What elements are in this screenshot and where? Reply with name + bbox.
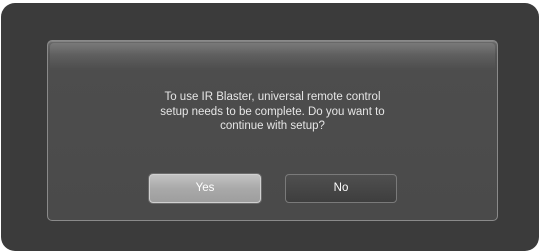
dialog-gloss <box>50 43 495 69</box>
dialog-message-line-1: To use IR Blaster, universal remote cont… <box>164 91 381 103</box>
tv-screen: To use IR Blaster, universal remote cont… <box>0 0 540 252</box>
dialog-message-line-2: setup needs to be complete. Do you want … <box>160 105 385 118</box>
confirmation-dialog: To use IR Blaster, universal remote cont… <box>47 40 498 221</box>
no-button[interactable]: No <box>285 174 397 203</box>
yes-button[interactable]: Yes <box>149 174 261 203</box>
dialog-message: To use IR Blaster, universal remote cont… <box>88 90 457 134</box>
screen-background: To use IR Blaster, universal remote cont… <box>1 3 539 251</box>
dialog-message-line-3: continue with setup? <box>220 120 325 132</box>
